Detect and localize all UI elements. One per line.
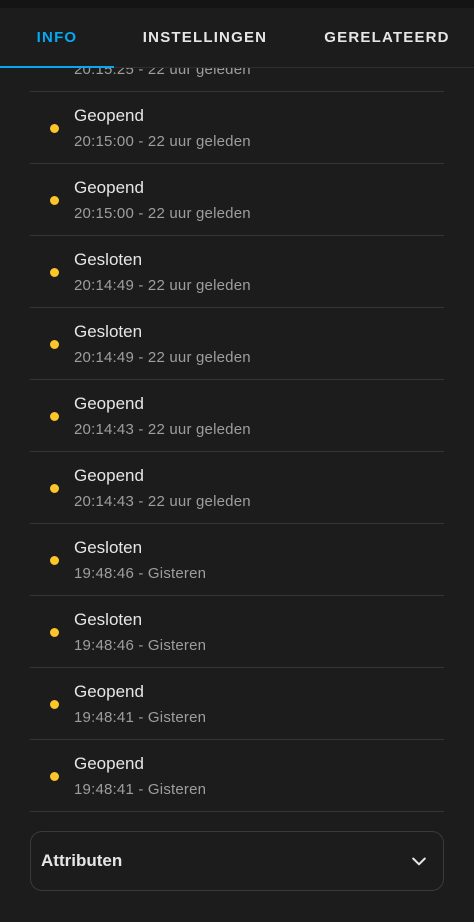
- logbook-entry: Geopend 20:14:43 - 22 uur geleden: [30, 380, 444, 452]
- logbook-entry: Geopend 20:14:43 - 22 uur geleden: [30, 452, 444, 524]
- entry-state: Gesloten: [74, 322, 143, 341]
- entry-time: 19:48:41 - Gisteren: [74, 781, 207, 798]
- logbook-entry: Geopend 20:15:00 - 22 uur geleden: [30, 92, 444, 164]
- active-tab-indicator: [0, 66, 114, 68]
- state-dot-icon: [50, 124, 59, 133]
- entry-state: Gesloten: [74, 538, 143, 557]
- tab-bar: INFO INSTELLINGEN GERELATEERD: [0, 8, 474, 68]
- entry-time: 19:48:41 - Gisteren: [74, 709, 207, 726]
- logbook-entry: Gesloten 20:14:49 - 22 uur geleden: [30, 236, 444, 308]
- entry-state: Geopend: [74, 178, 144, 197]
- entry-time: 20:14:43 - 22 uur geleden: [74, 493, 251, 510]
- entry-state: Geopend: [74, 682, 144, 701]
- logbook-entry: Geopend 19:48:41 - Gisteren: [30, 740, 444, 812]
- state-dot-icon: [50, 556, 59, 565]
- entry-state: Geopend: [74, 106, 144, 125]
- state-dot-icon: [50, 412, 59, 421]
- state-dot-icon: [50, 484, 59, 493]
- tab-related[interactable]: GERELATEERD: [300, 8, 474, 67]
- entry-state: Gesloten: [74, 610, 143, 629]
- status-bar-edge: [0, 0, 474, 8]
- logbook-list: Geopend 20:15:25 - 22 uur geleden Geopen…: [30, 20, 444, 812]
- entry-state: Geopend: [74, 394, 144, 413]
- tab-settings[interactable]: INSTELLINGEN: [114, 8, 296, 67]
- tab-info[interactable]: INFO: [0, 8, 114, 67]
- attributes-label: Attributen: [41, 851, 123, 870]
- logbook-entry: Gesloten 19:48:46 - Gisteren: [30, 524, 444, 596]
- logbook-entry: Geopend 20:15:00 - 22 uur geleden: [30, 164, 444, 236]
- entry-time: 20:15:00 - 22 uur geleden: [74, 205, 251, 222]
- entry-state: Gesloten: [74, 250, 143, 269]
- state-dot-icon: [50, 700, 59, 709]
- state-dot-icon: [50, 340, 59, 349]
- logbook-entry: Gesloten 19:48:46 - Gisteren: [30, 596, 444, 668]
- state-dot-icon: [50, 772, 59, 781]
- state-dot-icon: [50, 628, 59, 637]
- entry-time: 20:14:43 - 22 uur geleden: [74, 421, 251, 438]
- entry-time: 20:15:00 - 22 uur geleden: [74, 133, 251, 150]
- logbook-entry: Gesloten 20:14:49 - 22 uur geleden: [30, 308, 444, 380]
- chevron-down-icon[interactable]: [409, 851, 429, 871]
- state-dot-icon: [50, 196, 59, 205]
- entry-state: Geopend: [74, 754, 144, 773]
- state-dot-icon: [50, 268, 59, 277]
- entry-state: Geopend: [74, 466, 144, 485]
- entry-time: 19:48:46 - Gisteren: [74, 565, 207, 582]
- entry-time: 19:48:46 - Gisteren: [74, 637, 207, 654]
- attributes-expander[interactable]: Attributen: [30, 831, 444, 891]
- entry-time: 20:14:49 - 22 uur geleden: [74, 277, 251, 294]
- logbook-entry: Geopend 19:48:41 - Gisteren: [30, 668, 444, 740]
- entry-time: 20:14:49 - 22 uur geleden: [74, 349, 251, 366]
